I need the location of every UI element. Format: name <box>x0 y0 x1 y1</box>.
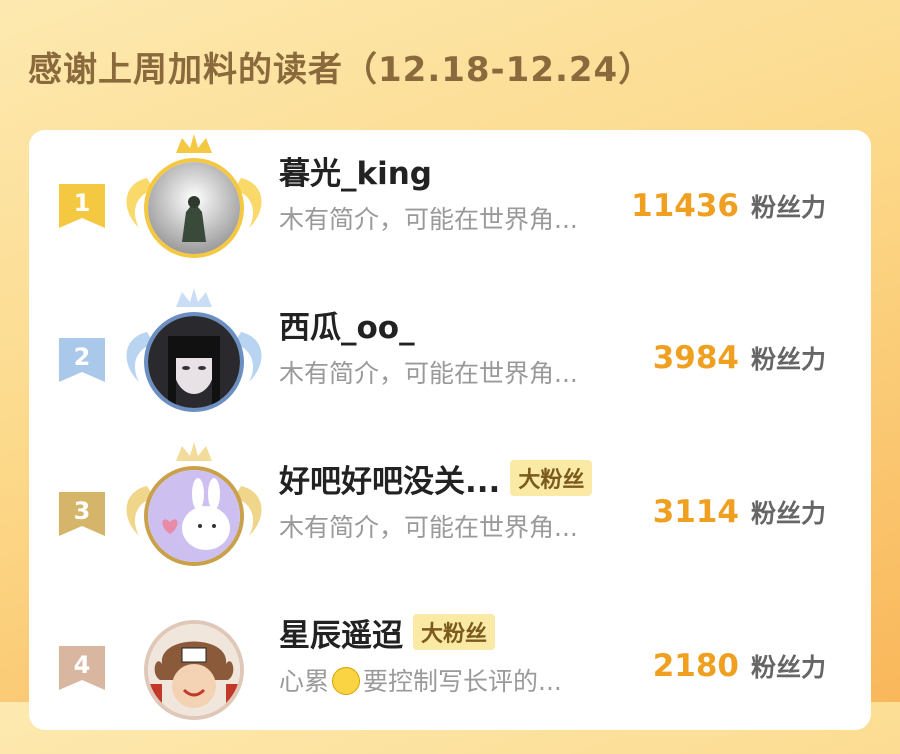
avatar[interactable] <box>144 158 244 258</box>
rank-badge-bronze: 3 <box>59 492 105 536</box>
fan-power-value: 11436 <box>631 188 739 224</box>
avatar-crown-frame <box>119 436 269 586</box>
fan-power-value: 3114 <box>652 494 739 530</box>
reader-name[interactable]: 星辰遥迢 <box>279 610 403 655</box>
fan-power: 2180 粉丝力 <box>653 648 826 690</box>
fan-power: 3984 粉丝力 <box>653 340 826 382</box>
reader-bio: 木有简介，可能在世界角... <box>279 359 578 388</box>
rank-badge-silver: 2 <box>59 338 105 382</box>
fan-power-unit: 粉丝力 <box>750 193 826 222</box>
reader-row-1[interactable]: 1 暮光_king 木有简介，可能在世界角... 11436 粉丝力 <box>29 134 871 292</box>
reader-name[interactable]: 好吧好吧没关... <box>279 456 500 501</box>
reader-name[interactable]: 暮光_king <box>279 148 432 193</box>
fan-power-unit: 粉丝力 <box>750 345 826 374</box>
reader-bio: 木有简介，可能在世界角... <box>279 205 578 234</box>
reader-ranking-card: 1 暮光_king 木有简介，可能在世界角... 11436 粉丝力 2 西瓜_… <box>29 130 871 730</box>
page-title: 感谢上周加料的读者（12.18-12.24） <box>28 50 654 90</box>
avatar-crown-frame <box>119 282 269 432</box>
reader-row-4[interactable]: 4 星辰遥迢 大粉丝 心累 要控制写长评的... 2180 粉丝力 <box>29 604 871 754</box>
tired-face-emoji-icon <box>332 667 361 695</box>
fan-power: 3114 粉丝力 <box>653 494 826 536</box>
reader-name[interactable]: 西瓜_oo_ <box>279 302 415 347</box>
avatar-frame <box>119 590 269 740</box>
fan-power: 11436 粉丝力 <box>631 188 826 230</box>
big-fan-badge: 大粉丝 <box>413 614 496 650</box>
avatar[interactable] <box>144 312 244 412</box>
fan-power-value: 3984 <box>652 340 739 376</box>
big-fan-badge: 大粉丝 <box>510 460 593 496</box>
rank-badge-gold: 1 <box>59 184 105 228</box>
fan-power-unit: 粉丝力 <box>750 653 826 682</box>
reader-row-2[interactable]: 2 西瓜_oo_ 木有简介，可能在世界角... 3984 粉丝力 <box>29 288 871 446</box>
avatar[interactable] <box>144 620 244 720</box>
reader-bio: 心累 要控制写长评的... <box>279 667 562 696</box>
rank-badge-4: 4 <box>59 646 105 690</box>
fan-power-unit: 粉丝力 <box>750 499 826 528</box>
avatar[interactable] <box>144 466 244 566</box>
fan-power-value: 2180 <box>652 648 739 684</box>
reader-row-3[interactable]: 3 好吧好吧没关... 大粉丝 木有简介，可能在世界角... 3114 粉丝力 <box>29 442 871 600</box>
avatar-crown-frame <box>119 128 269 278</box>
reader-bio: 木有简介，可能在世界角... <box>279 513 578 542</box>
